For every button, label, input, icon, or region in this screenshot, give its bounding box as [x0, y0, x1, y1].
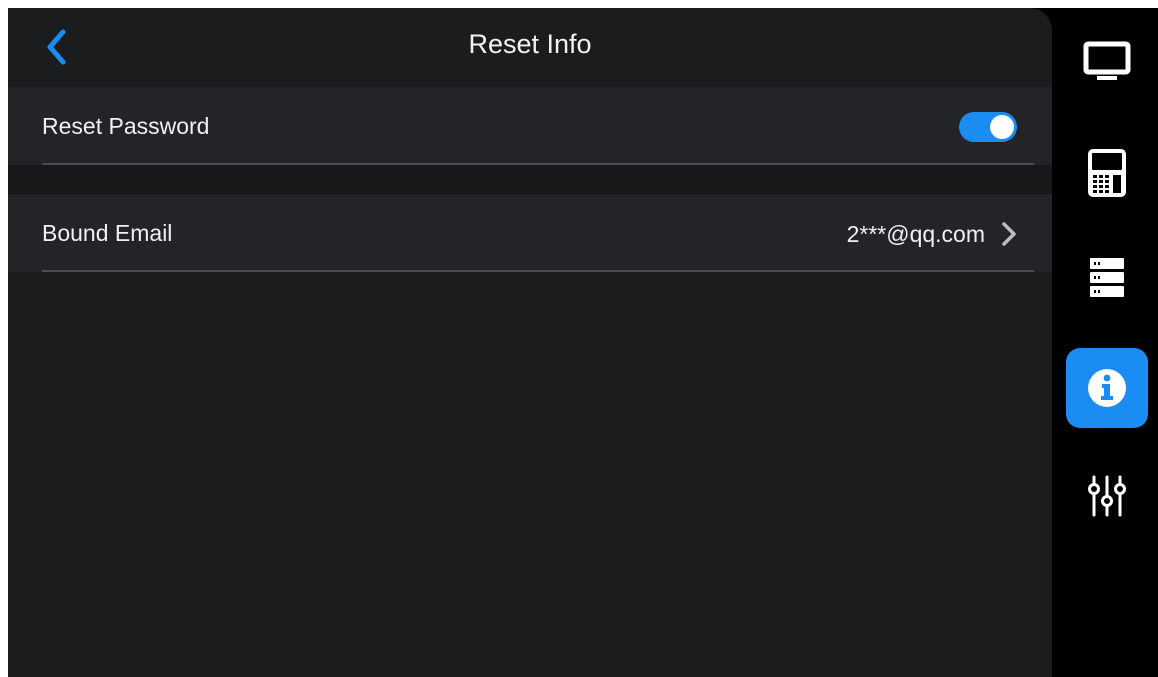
sidebar	[1052, 8, 1158, 677]
toggle-knob	[990, 115, 1014, 139]
monitor-icon	[1083, 41, 1131, 80]
section-gap	[8, 165, 1052, 194]
info-icon	[1088, 369, 1126, 407]
header: Reset Info	[8, 8, 1052, 87]
bound-email-row[interactable]: Bound Email 2***@qq.com	[8, 194, 1052, 272]
sidebar-item-server[interactable]	[1066, 237, 1148, 317]
server-icon	[1090, 258, 1124, 297]
reset-password-row: Reset Password	[8, 87, 1052, 165]
keypad-device-icon	[1088, 149, 1126, 197]
main-panel: Reset Info Reset Password Bound Email 2*…	[8, 8, 1052, 677]
bound-email-label: Bound Email	[42, 220, 173, 246]
sidebar-item-display[interactable]	[1066, 22, 1148, 102]
reset-password-toggle[interactable]	[959, 112, 1017, 142]
bound-email-value: 2***@qq.com	[846, 221, 985, 247]
chevron-right-icon	[1002, 222, 1016, 246]
reset-password-label: Reset Password	[42, 113, 210, 139]
sidebar-item-info[interactable]	[1066, 348, 1148, 428]
device-screen: Reset Info Reset Password Bound Email 2*…	[8, 8, 1158, 677]
row-divider	[42, 270, 1034, 272]
sidebar-item-settings[interactable]	[1066, 456, 1148, 536]
sliders-icon	[1088, 475, 1126, 517]
sidebar-item-device[interactable]	[1066, 133, 1148, 213]
page-title: Reset Info	[468, 29, 592, 59]
